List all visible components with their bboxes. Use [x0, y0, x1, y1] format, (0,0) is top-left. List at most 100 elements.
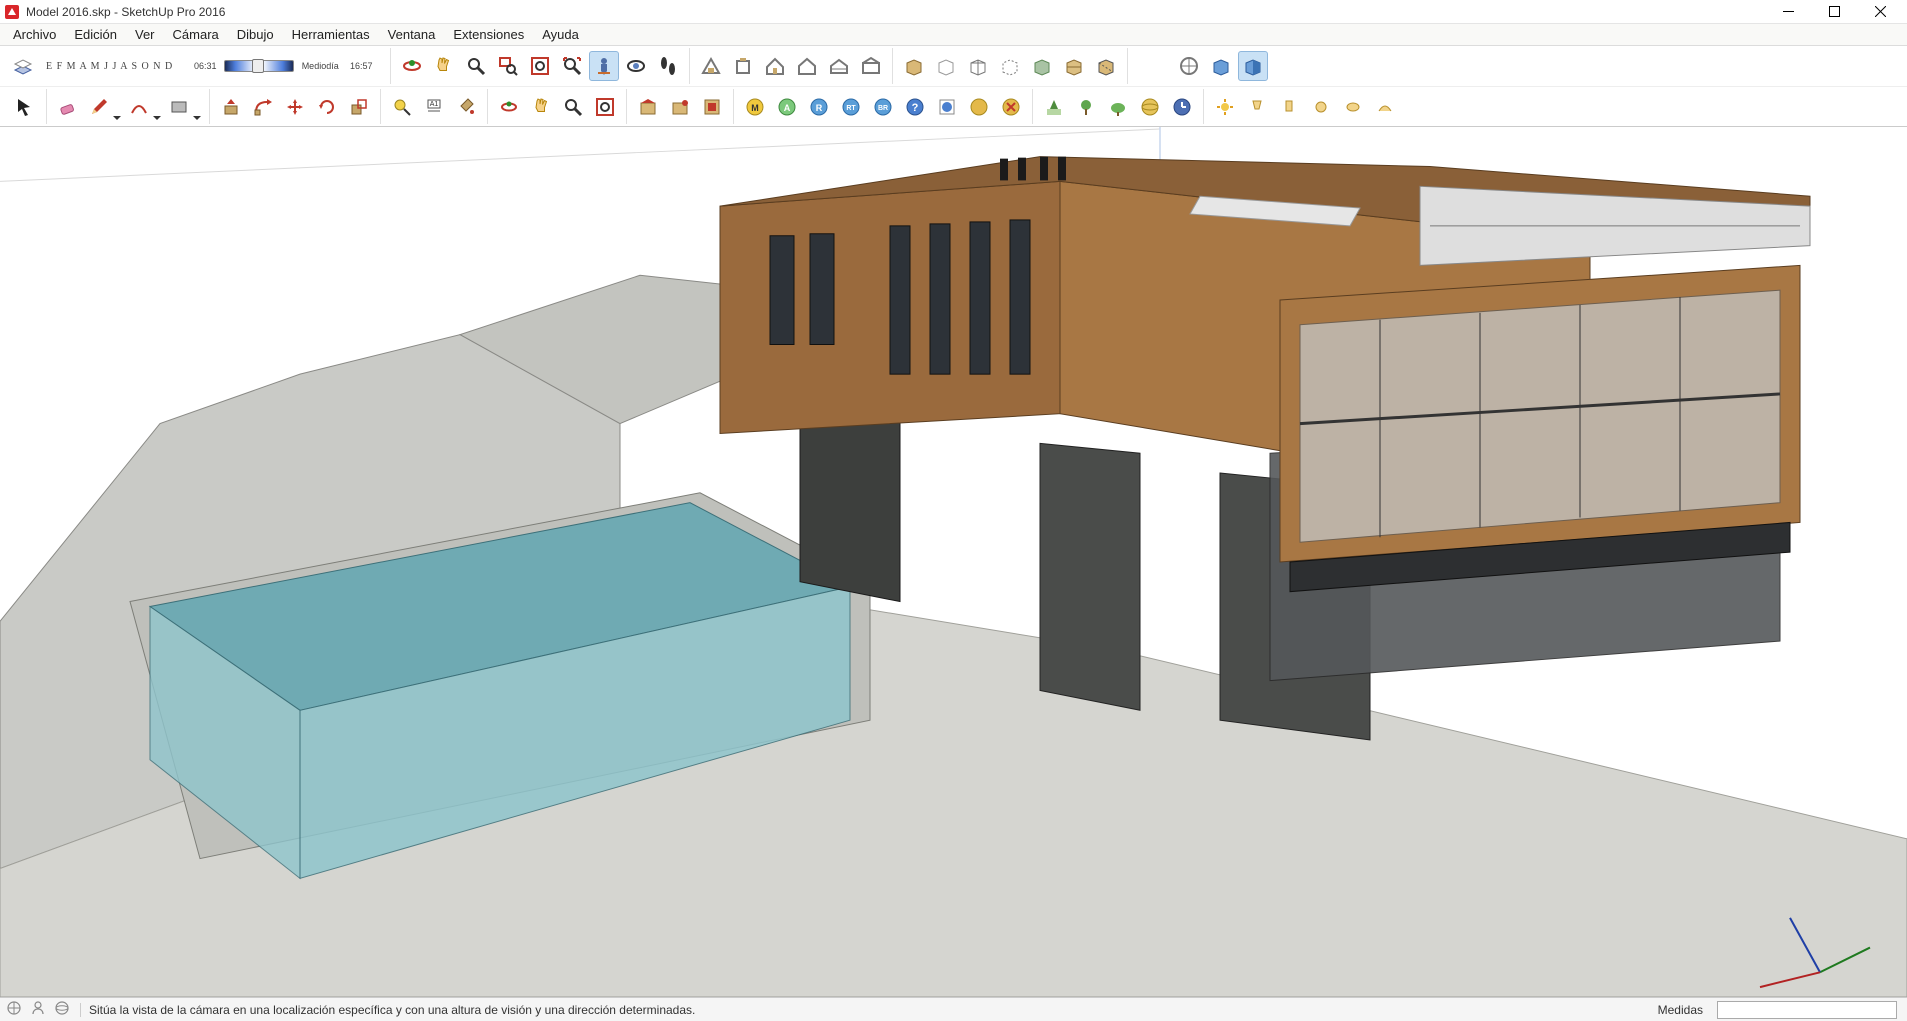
followme-icon[interactable]: [248, 92, 278, 122]
shadow-months: E F M A M J J A S O N D: [46, 61, 172, 72]
rotate-icon[interactable]: [312, 92, 342, 122]
zoom-extents-icon[interactable]: [557, 51, 587, 81]
lamp2-icon[interactable]: [1274, 92, 1304, 122]
walk-icon[interactable]: [653, 51, 683, 81]
house-icon[interactable]: [760, 51, 790, 81]
monochrome-icon[interactable]: [1027, 51, 1057, 81]
hidden-line-icon[interactable]: [995, 51, 1025, 81]
scale-icon[interactable]: [344, 92, 374, 122]
shaded-textures-icon[interactable]: [931, 51, 961, 81]
shadow-toggle-icon[interactable]: [10, 53, 36, 79]
arc-icon[interactable]: [125, 92, 163, 122]
menu-ver[interactable]: Ver: [126, 25, 164, 44]
vray-info-icon[interactable]: [932, 92, 962, 122]
position-camera-icon[interactable]: [589, 51, 619, 81]
shadow-time-knob[interactable]: [252, 59, 264, 73]
clock-icon[interactable]: [1167, 92, 1197, 122]
zoom2-icon[interactable]: [558, 92, 588, 122]
sun-icon[interactable]: [1210, 92, 1240, 122]
zoom-icon[interactable]: [461, 51, 491, 81]
top-view-icon[interactable]: [1206, 51, 1236, 81]
shadow-time-start: 06:31: [190, 61, 220, 71]
xray-icon[interactable]: [1059, 51, 1089, 81]
zoom-previous-icon[interactable]: [525, 51, 555, 81]
vray-m-icon[interactable]: M: [740, 92, 770, 122]
pushpull-icon[interactable]: [216, 92, 246, 122]
outliner-icon[interactable]: [665, 92, 695, 122]
pencil-icon[interactable]: [85, 92, 123, 122]
lamp5-icon[interactable]: [1370, 92, 1400, 122]
minimize-button[interactable]: [1765, 0, 1811, 24]
status-person-icon[interactable]: [30, 1000, 46, 1019]
select-group: [4, 89, 47, 124]
lamp-icon[interactable]: [1242, 92, 1272, 122]
measure-label: Medidas: [1658, 1003, 1707, 1017]
back-edges-icon[interactable]: [1091, 51, 1121, 81]
vray-help-icon[interactable]: ?: [900, 92, 930, 122]
layers-icon[interactable]: [697, 92, 727, 122]
shadow-date-slider[interactable]: E F M A M J J A S O N D: [38, 61, 180, 72]
svg-text:M: M: [751, 103, 759, 113]
tree-side-icon[interactable]: [1039, 92, 1069, 122]
lights-group: [1204, 89, 1406, 124]
vray-a-icon[interactable]: A: [772, 92, 802, 122]
pan2-icon[interactable]: [526, 92, 556, 122]
menu-ventana[interactable]: Ventana: [379, 25, 445, 44]
toolbar-row-2: A1 M A R RT BR ?: [0, 86, 1907, 126]
vray-rt-icon[interactable]: RT: [836, 92, 866, 122]
maximize-button[interactable]: [1811, 0, 1857, 24]
tree-bush-icon[interactable]: [1103, 92, 1133, 122]
look-around-icon[interactable]: [621, 51, 651, 81]
menu-dibujo[interactable]: Dibujo: [228, 25, 283, 44]
front-view-icon[interactable]: [1238, 51, 1268, 81]
rectangle-icon[interactable]: [165, 92, 203, 122]
orbit2-icon[interactable]: [494, 92, 524, 122]
status-credit-icon[interactable]: [54, 1000, 70, 1019]
make-component-icon[interactable]: [633, 92, 663, 122]
tape-measure-icon[interactable]: [387, 92, 417, 122]
svg-text:A1: A1: [430, 101, 439, 108]
wireframe-icon[interactable]: [963, 51, 993, 81]
menu-extensiones[interactable]: Extensiones: [444, 25, 533, 44]
vray-gold-icon[interactable]: [964, 92, 994, 122]
component-icon[interactable]: [792, 51, 822, 81]
menu-camara[interactable]: Cámara: [164, 25, 228, 44]
menu-ayuda[interactable]: Ayuda: [533, 25, 588, 44]
close-button[interactable]: [1857, 0, 1903, 24]
pan-icon[interactable]: [429, 51, 459, 81]
vray-r-icon[interactable]: R: [804, 92, 834, 122]
dimension-icon[interactable]: A1: [419, 92, 449, 122]
lamp4-icon[interactable]: [1338, 92, 1368, 122]
vray-br-icon[interactable]: BR: [868, 92, 898, 122]
shaded-icon[interactable]: [899, 51, 929, 81]
measure-input[interactable]: [1717, 1001, 1897, 1019]
vray-x-icon[interactable]: [996, 92, 1026, 122]
menu-bar: Archivo Edición Ver Cámara Dibujo Herram…: [0, 24, 1907, 46]
status-bar: Sitúa la vista de la cámara en una local…: [0, 997, 1907, 1021]
building-maker-icon[interactable]: [728, 51, 758, 81]
styles-group: [893, 48, 1128, 84]
viewport-3d[interactable]: [0, 127, 1907, 997]
globe-icon[interactable]: [1135, 92, 1165, 122]
zoom-extents2-icon[interactable]: [590, 92, 620, 122]
svg-text:BR: BR: [878, 105, 888, 112]
lamp3-icon[interactable]: [1306, 92, 1336, 122]
shadows-group: E F M A M J J A S O N D 06:31 Mediodía 1…: [4, 48, 391, 84]
select-arrow-icon[interactable]: [10, 92, 40, 122]
tree-render-icon[interactable]: [1071, 92, 1101, 122]
menu-edicion[interactable]: Edición: [65, 25, 126, 44]
3d-warehouse-icon[interactable]: [824, 51, 854, 81]
orbit-icon[interactable]: [397, 51, 427, 81]
move-icon[interactable]: [280, 92, 310, 122]
svg-text:RT: RT: [846, 105, 856, 112]
eraser-icon[interactable]: [53, 92, 83, 122]
paint-bucket-icon[interactable]: [451, 92, 481, 122]
extension-warehouse-icon[interactable]: [856, 51, 886, 81]
geo-location-icon[interactable]: [696, 51, 726, 81]
zoom-window-icon[interactable]: [493, 51, 523, 81]
iso-view-icon[interactable]: [1174, 51, 1204, 81]
status-geo-icon[interactable]: [6, 1000, 22, 1019]
menu-herramientas[interactable]: Herramientas: [283, 25, 379, 44]
shadow-time-track[interactable]: [224, 60, 294, 72]
menu-archivo[interactable]: Archivo: [4, 25, 65, 44]
